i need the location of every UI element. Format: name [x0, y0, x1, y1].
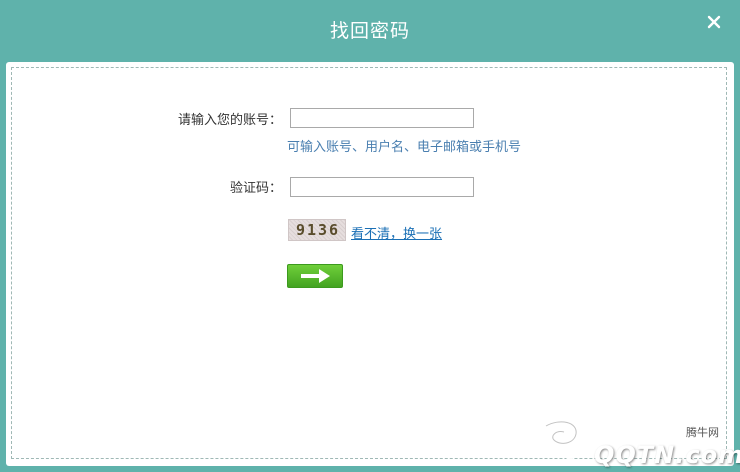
submit-button[interactable]: [287, 264, 343, 288]
arrow-right-icon: [301, 269, 330, 283]
captcha-label: 验证码：: [229, 181, 282, 196]
dialog-title-bar: 找回密码: [0, 0, 740, 62]
captcha-code: 9136: [295, 221, 341, 239]
dialog-body: 请输入您的账号： 可输入账号、用户名、电子邮箱或手机号 验证码： 9136 看不…: [6, 62, 740, 468]
watermark-logo-text: QQTN.com: [594, 441, 740, 469]
dialog-title: 找回密码: [329, 20, 410, 42]
captcha-input[interactable]: [290, 177, 474, 197]
account-label: 请输入您的账号：: [177, 113, 282, 128]
refresh-captcha-link[interactable]: 看不清，换一张: [351, 226, 442, 244]
watermark-logo-icon: [543, 419, 579, 461]
captcha-image[interactable]: 9136: [288, 219, 346, 241]
close-icon: [707, 15, 721, 29]
close-button[interactable]: [702, 10, 726, 34]
watermark-site-name: 腾牛网: [686, 426, 719, 440]
account-hint: 可输入账号、用户名、电子邮箱或手机号: [287, 140, 522, 155]
watermark: 腾牛网 QQTN.com: [526, 412, 740, 468]
account-input[interactable]: [290, 108, 474, 128]
